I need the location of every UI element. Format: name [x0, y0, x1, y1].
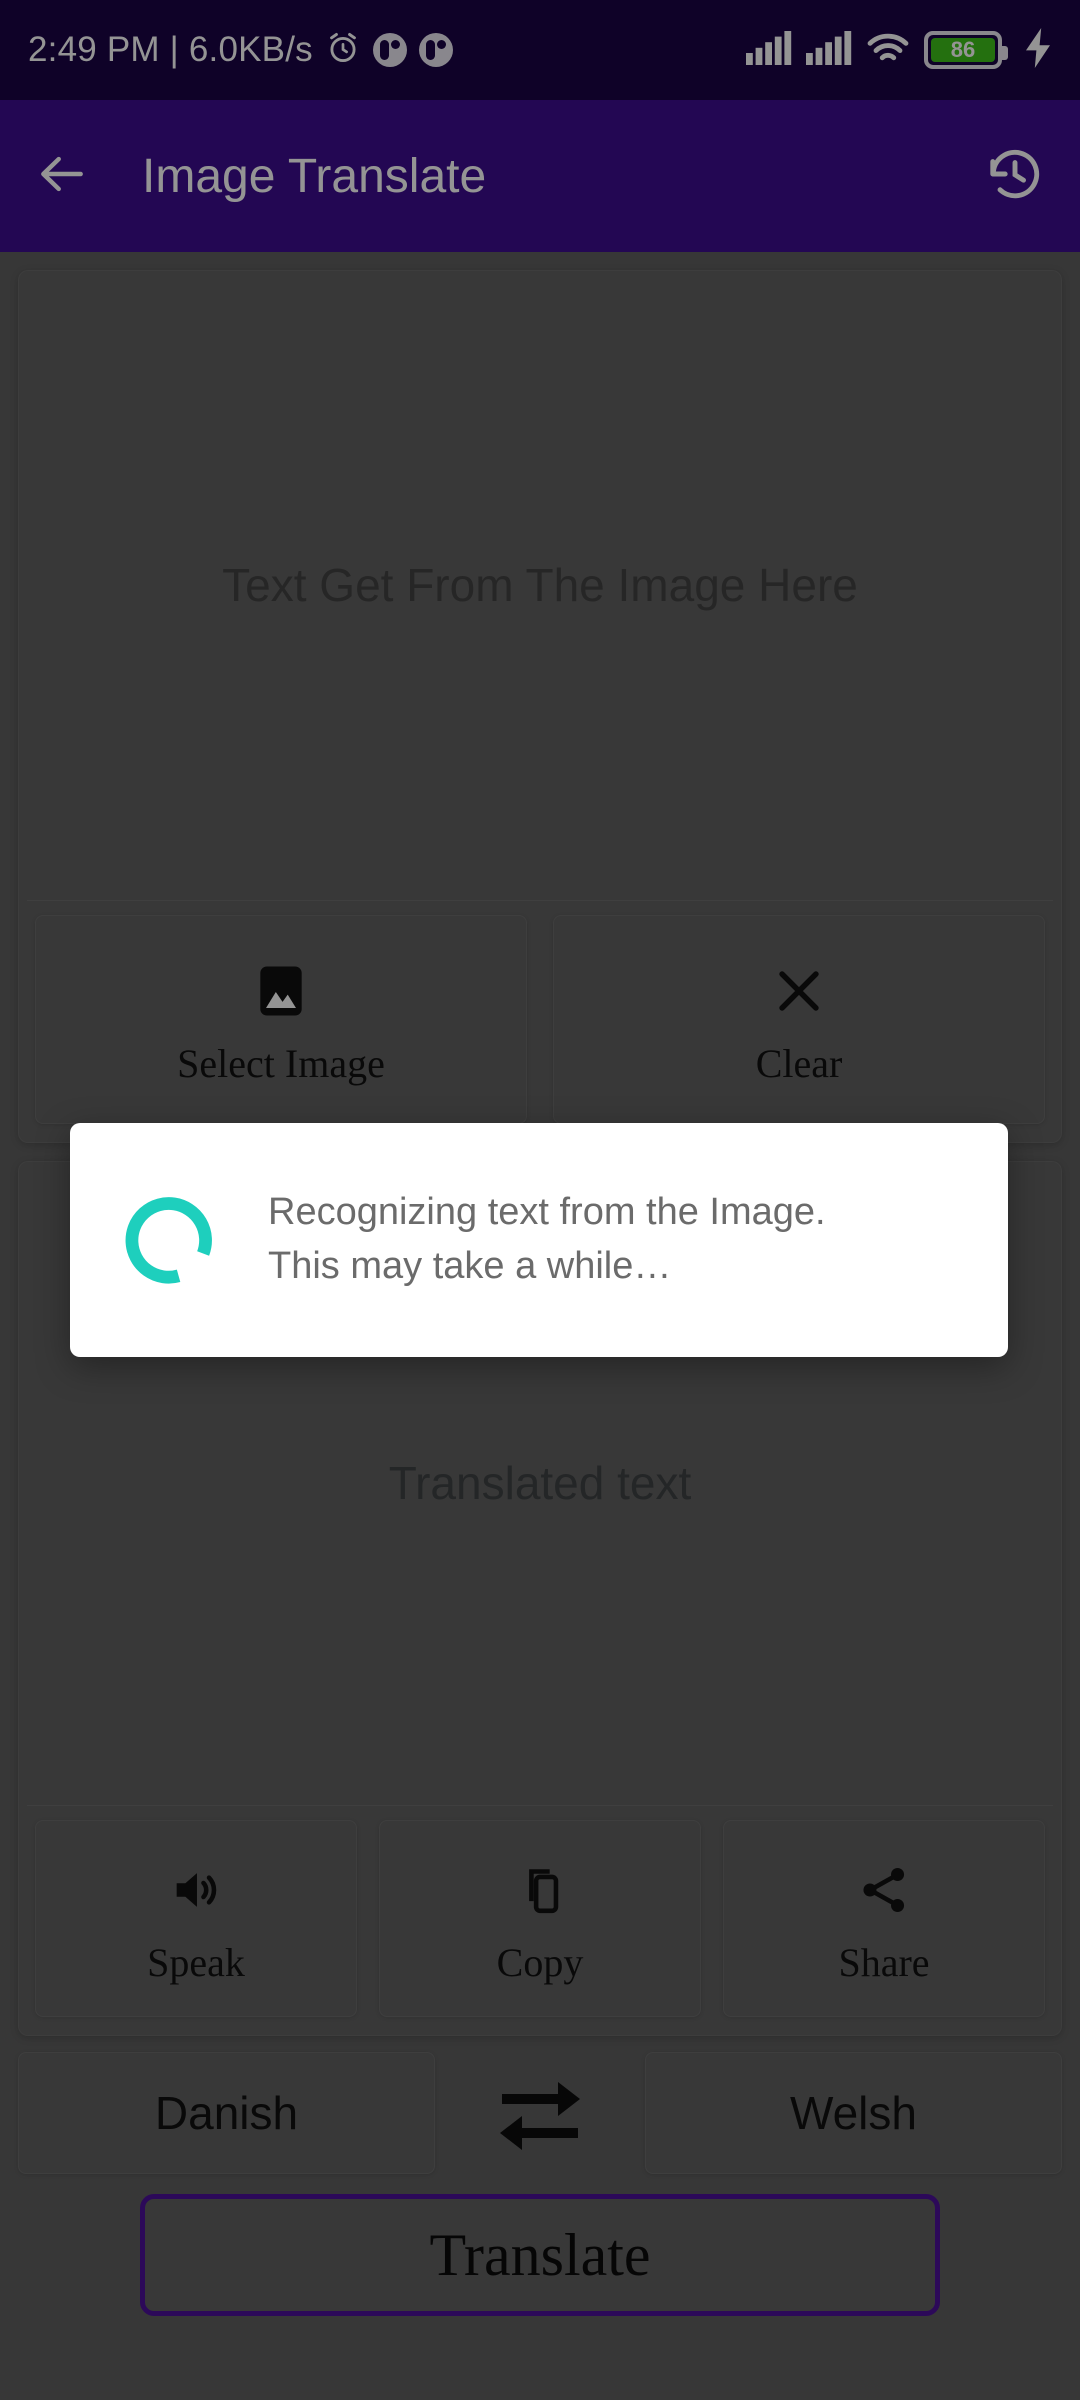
- loading-spinner-icon: [116, 1186, 224, 1294]
- dialog-message-text: Recognizing text from the Image. This ma…: [268, 1191, 826, 1287]
- progress-dialog: Recognizing text from the Image. This ma…: [70, 1123, 1008, 1357]
